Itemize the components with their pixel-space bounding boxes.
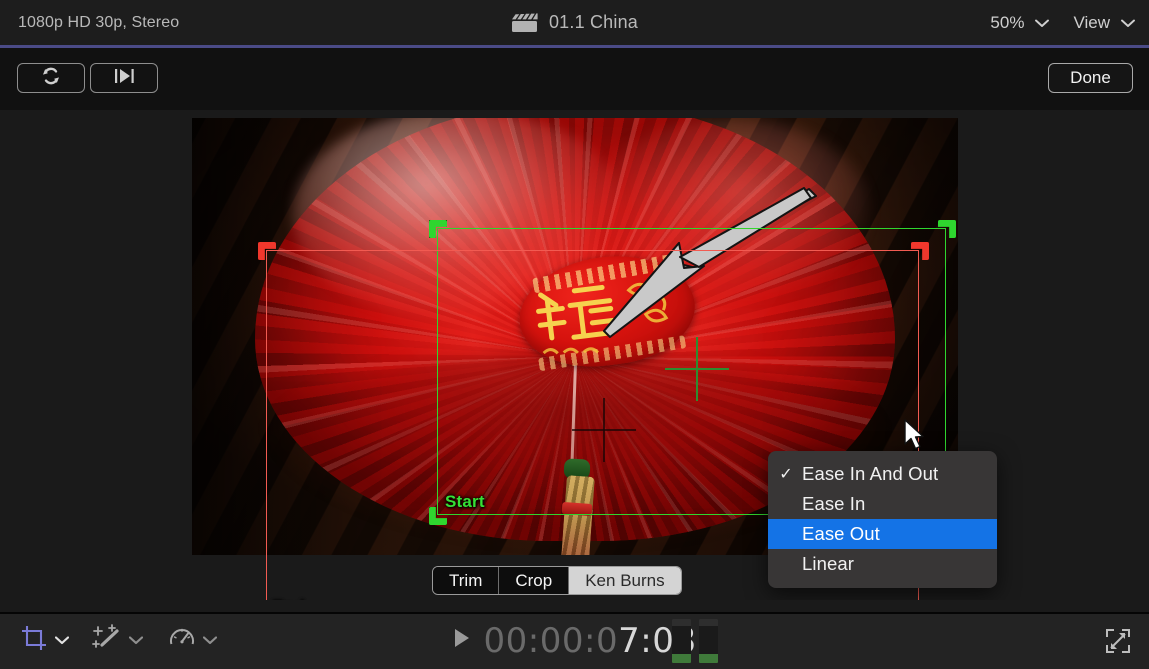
mouse-cursor — [903, 419, 929, 453]
retime-tool-button[interactable] — [168, 624, 217, 657]
title-bar: 1080p HD 30p, Stereo 01.1 China — [0, 0, 1149, 45]
clip-title-group: 01.1 China — [0, 0, 1149, 45]
menu-item-label: Ease In And Out — [802, 463, 938, 485]
meter-cap — [699, 619, 718, 626]
tab-crop[interactable]: Crop — [499, 567, 569, 594]
loop-playback-button[interactable] — [17, 63, 85, 93]
menu-item-linear[interactable]: Linear — [768, 549, 997, 579]
view-popup[interactable]: View — [1073, 13, 1135, 33]
play-to-end-button[interactable] — [90, 63, 158, 93]
viewer-window: 1080p HD 30p, Stereo 01.1 China — [0, 0, 1149, 669]
left-channel-meter — [672, 619, 691, 663]
loop-playback-icon — [40, 67, 62, 90]
view-label: View — [1073, 13, 1110, 33]
end-handle-top-right[interactable] — [911, 242, 929, 260]
zoom-level-value: 50% — [990, 13, 1024, 33]
right-channel-meter — [699, 619, 718, 663]
meter-level — [672, 654, 691, 663]
chevron-down-icon — [1035, 13, 1049, 33]
menu-item-ease-in[interactable]: Ease In — [768, 489, 997, 519]
start-handle-top-right[interactable] — [938, 220, 956, 238]
title-bar-controls: 50% View — [990, 0, 1135, 45]
tab-trim[interactable]: Trim — [433, 567, 499, 594]
clapperboard-icon — [511, 12, 538, 34]
clip-title: 01.1 China — [549, 12, 638, 33]
start-handle-top-left[interactable] — [429, 220, 447, 238]
chevron-down-icon[interactable] — [129, 632, 143, 650]
done-button[interactable]: Done — [1048, 63, 1133, 93]
menu-item-label: Linear — [802, 553, 854, 575]
easing-dropdown-menu[interactable]: ✓ Ease In And Out Ease In Ease Out Linea… — [768, 451, 997, 588]
menu-item-ease-out[interactable]: Ease Out — [768, 519, 997, 549]
menu-item-label: Ease In — [802, 493, 865, 515]
menu-item-ease-in-and-out[interactable]: ✓ Ease In And Out — [768, 459, 997, 489]
start-label[interactable]: Start — [443, 492, 487, 512]
checkmark-icon: ✓ — [778, 464, 794, 484]
expand-fullscreen-icon — [1105, 641, 1131, 658]
crop-tool-button[interactable] — [20, 624, 69, 657]
meter-cap — [672, 619, 691, 626]
chevron-down-icon — [1121, 13, 1135, 33]
expand-fullscreen-button[interactable] — [1105, 628, 1131, 654]
speedometer-icon — [168, 624, 196, 657]
start-handle-bottom-left[interactable] — [429, 507, 447, 525]
magic-wand-icon — [92, 624, 122, 657]
enhance-tool-button[interactable] — [92, 624, 143, 657]
meter-level — [699, 654, 718, 663]
audio-meters — [672, 619, 718, 663]
video-viewer: Start End ✓ Ease In And Out — [0, 110, 1149, 600]
end-label[interactable]: End — [270, 597, 307, 600]
chevron-down-icon[interactable] — [55, 632, 69, 650]
end-handle-top-left[interactable] — [258, 242, 276, 260]
edit-mode-segmented-control[interactable]: Trim Crop Ken Burns — [432, 566, 682, 595]
zoom-level-popup[interactable]: 50% — [990, 13, 1049, 33]
play-to-end-icon — [111, 67, 137, 90]
tab-ken-burns[interactable]: Ken Burns — [569, 567, 680, 594]
chevron-down-icon[interactable] — [203, 632, 217, 650]
menu-item-label: Ease Out — [802, 523, 880, 545]
secondary-toolbar — [0, 48, 1149, 110]
crop-icon — [20, 624, 48, 657]
